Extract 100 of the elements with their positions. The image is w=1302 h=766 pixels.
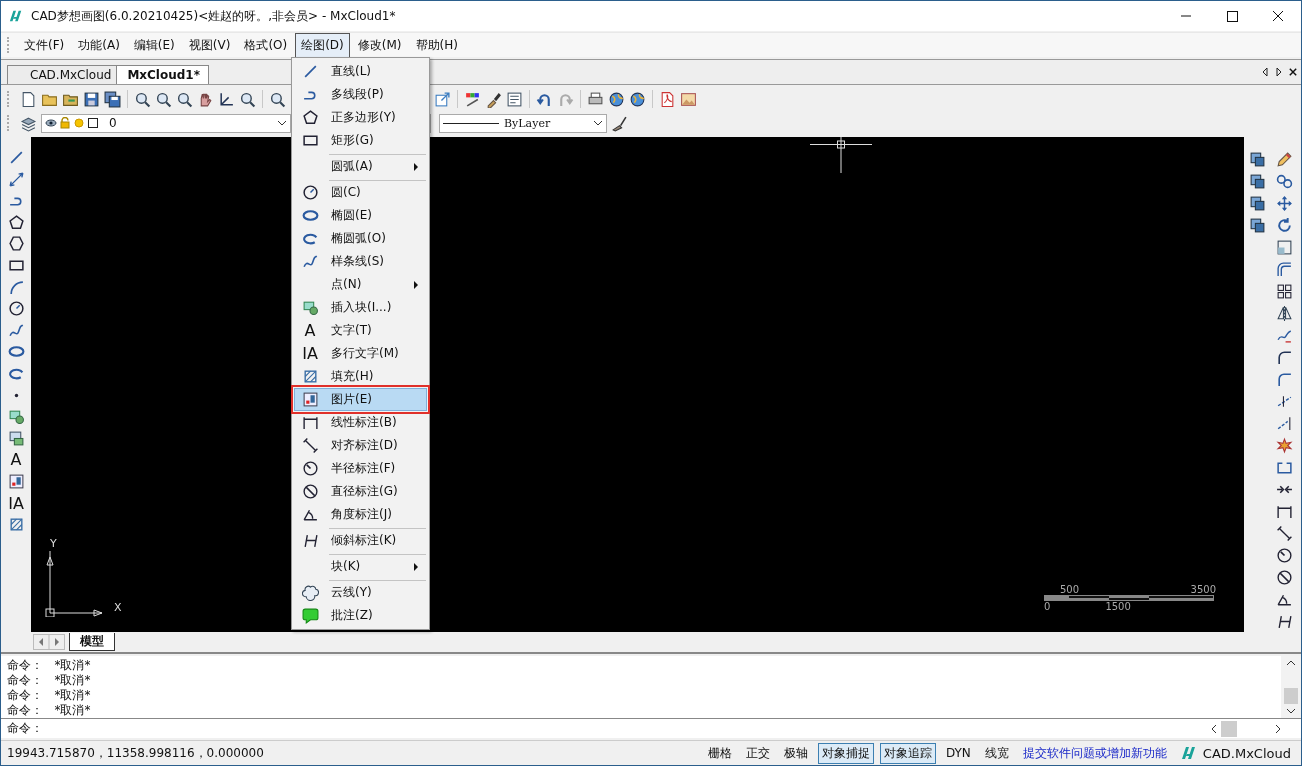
status-toggle[interactable]: 对象追踪 <box>879 742 936 764</box>
magnifier-icon[interactable] <box>176 90 193 108</box>
horizontal-scrollbar[interactable] <box>1211 720 1281 737</box>
block-icon[interactable] <box>7 429 25 447</box>
array-grid-icon[interactable] <box>1276 283 1293 300</box>
trim-line-icon[interactable] <box>1276 393 1293 410</box>
menu-item[interactable]: 直线(L) <box>294 60 427 83</box>
status-toggle[interactable]: DYN <box>941 744 975 762</box>
magnifier-icon[interactable] <box>155 90 172 108</box>
menu-item[interactable]: 对齐标注(D) <box>294 434 427 457</box>
scroll-left-icon[interactable] <box>1211 723 1217 734</box>
globe-icon[interactable] <box>629 90 646 108</box>
menu-item[interactable]: 帮助(H) <box>409 32 464 58</box>
layer-dropdown[interactable]: 0 <box>41 113 291 133</box>
menu-item[interactable]: 图片(E) <box>294 388 427 411</box>
axes-icon[interactable] <box>218 90 235 108</box>
brush-icon[interactable] <box>485 90 502 108</box>
menu-item[interactable]: 椭圆(E) <box>294 204 427 227</box>
menu-item[interactable]: 线性标注(B) <box>294 411 427 434</box>
menu-item[interactable]: A 文字(T) <box>294 319 427 342</box>
brush-icon[interactable] <box>611 114 628 132</box>
document-tab[interactable]: MxCloud1* <box>116 65 209 84</box>
overlapping-squares-icon[interactable] <box>1249 195 1266 212</box>
image-icon[interactable] <box>7 472 25 490</box>
scale-square-icon[interactable] <box>1276 239 1293 256</box>
menu-item[interactable]: 椭圆弧(O) <box>294 227 427 250</box>
scroll-right-icon[interactable] <box>1275 67 1283 77</box>
menu-item[interactable]: 功能(A) <box>72 32 126 58</box>
layers-icon[interactable] <box>20 114 37 132</box>
overlapping-squares-icon[interactable] <box>1249 173 1266 190</box>
floppy-disks-icon[interactable] <box>104 90 121 108</box>
menu-item[interactable]: 样条线(S) <box>294 250 427 273</box>
menu-item[interactable]: 角度标注(J) <box>294 503 427 526</box>
linetype-dropdown[interactable]: ByLayer <box>439 113 607 133</box>
feedback-link[interactable]: 提交软件问题或增加新功能 <box>1022 744 1167 762</box>
export-arrow-icon[interactable] <box>434 90 451 108</box>
menu-item[interactable]: 点(N) <box>294 273 427 296</box>
scrollbar-thumb[interactable] <box>1284 688 1298 704</box>
scroll-right-icon[interactable] <box>1275 723 1281 734</box>
menu-item[interactable]: IA 多行文字(M) <box>294 342 427 365</box>
magnifier-icon[interactable] <box>134 90 151 108</box>
spline-icon[interactable] <box>7 321 25 339</box>
menu-item[interactable]: 半径标注(F) <box>294 457 427 480</box>
extend-line-icon[interactable] <box>1276 415 1293 432</box>
diameter-dimension-icon[interactable] <box>1276 569 1293 586</box>
status-toggle[interactable]: 栅格 <box>703 742 736 764</box>
pencil-icon[interactable] <box>1276 151 1293 168</box>
circle-icon[interactable] <box>7 300 25 318</box>
text-tool-icon[interactable]: IA <box>8 494 24 512</box>
menu-item[interactable]: 绘图(D) <box>295 32 350 58</box>
picture-icon[interactable] <box>680 90 697 108</box>
magnifier-icon[interactable] <box>239 90 256 108</box>
mirror-icon[interactable] <box>1276 305 1293 322</box>
hatch-icon[interactable] <box>7 516 25 534</box>
magnifier-icon[interactable] <box>269 90 286 108</box>
menu-item[interactable]: 云线(Y) <box>294 578 427 604</box>
diagonal-line-icon[interactable] <box>7 170 25 188</box>
insert-block-icon[interactable] <box>7 408 25 426</box>
status-toggle[interactable]: 线宽 <box>980 742 1013 764</box>
chamfer-icon[interactable] <box>1276 371 1293 388</box>
oblique-dimension-icon[interactable] <box>1276 613 1293 630</box>
menu-item[interactable]: 正多边形(Y) <box>294 106 427 129</box>
fillet-icon[interactable] <box>1276 349 1293 366</box>
menu-item[interactable]: 格式(O) <box>238 32 294 58</box>
menu-item[interactable]: 修改(M) <box>351 32 408 58</box>
scroll-down-icon[interactable] <box>1286 708 1296 714</box>
overlapping-squares-icon[interactable] <box>1249 217 1266 234</box>
properties-sheet-icon[interactable] <box>506 90 523 108</box>
menu-item[interactable]: 文件(F) <box>18 32 71 58</box>
status-toggle[interactable]: 对象捕捉 <box>817 742 874 764</box>
arc-icon[interactable] <box>7 278 25 296</box>
text-tool-icon[interactable]: A <box>10 451 22 469</box>
scrollbar-thumb[interactable] <box>1221 720 1237 737</box>
menu-item[interactable]: 批注(Z) <box>294 604 427 627</box>
layout-scroll-arrows-icon[interactable] <box>33 634 65 650</box>
rotate-icon[interactable] <box>1276 217 1293 234</box>
radius-dimension-icon[interactable] <box>1276 547 1293 564</box>
color-swatch-icon[interactable] <box>464 90 481 108</box>
vertical-scrollbar[interactable] <box>1281 656 1301 718</box>
layout-tab[interactable]: 模型 <box>69 633 115 651</box>
menu-item[interactable]: 圆弧(A) <box>294 152 427 178</box>
linear-dimension-icon[interactable] <box>1276 503 1293 520</box>
polygon-icon[interactable] <box>7 235 25 253</box>
menu-item[interactable]: 倾斜标注(K) <box>294 526 427 552</box>
scroll-left-icon[interactable] <box>1261 67 1269 77</box>
menu-item[interactable]: 视图(V) <box>182 32 237 58</box>
offset-icon[interactable] <box>1276 261 1293 278</box>
menu-item[interactable]: 填充(H) <box>294 365 427 388</box>
menu-item[interactable]: 圆(C) <box>294 178 427 204</box>
menu-item[interactable]: 插入块(I...) <box>294 296 427 319</box>
menu-item[interactable]: 块(K) <box>294 552 427 578</box>
move-arrows-icon[interactable] <box>1276 195 1293 212</box>
globe-icon[interactable] <box>608 90 625 108</box>
status-toggle[interactable]: 正交 <box>741 742 774 764</box>
copy-objects-icon[interactable] <box>1276 173 1293 190</box>
menu-item[interactable]: 多线段(P) <box>294 83 427 106</box>
pentagon-icon[interactable] <box>7 213 25 231</box>
scroll-up-icon[interactable] <box>1286 660 1296 666</box>
explode-icon[interactable] <box>1276 437 1293 454</box>
menu-item[interactable]: 编辑(E) <box>127 32 181 58</box>
